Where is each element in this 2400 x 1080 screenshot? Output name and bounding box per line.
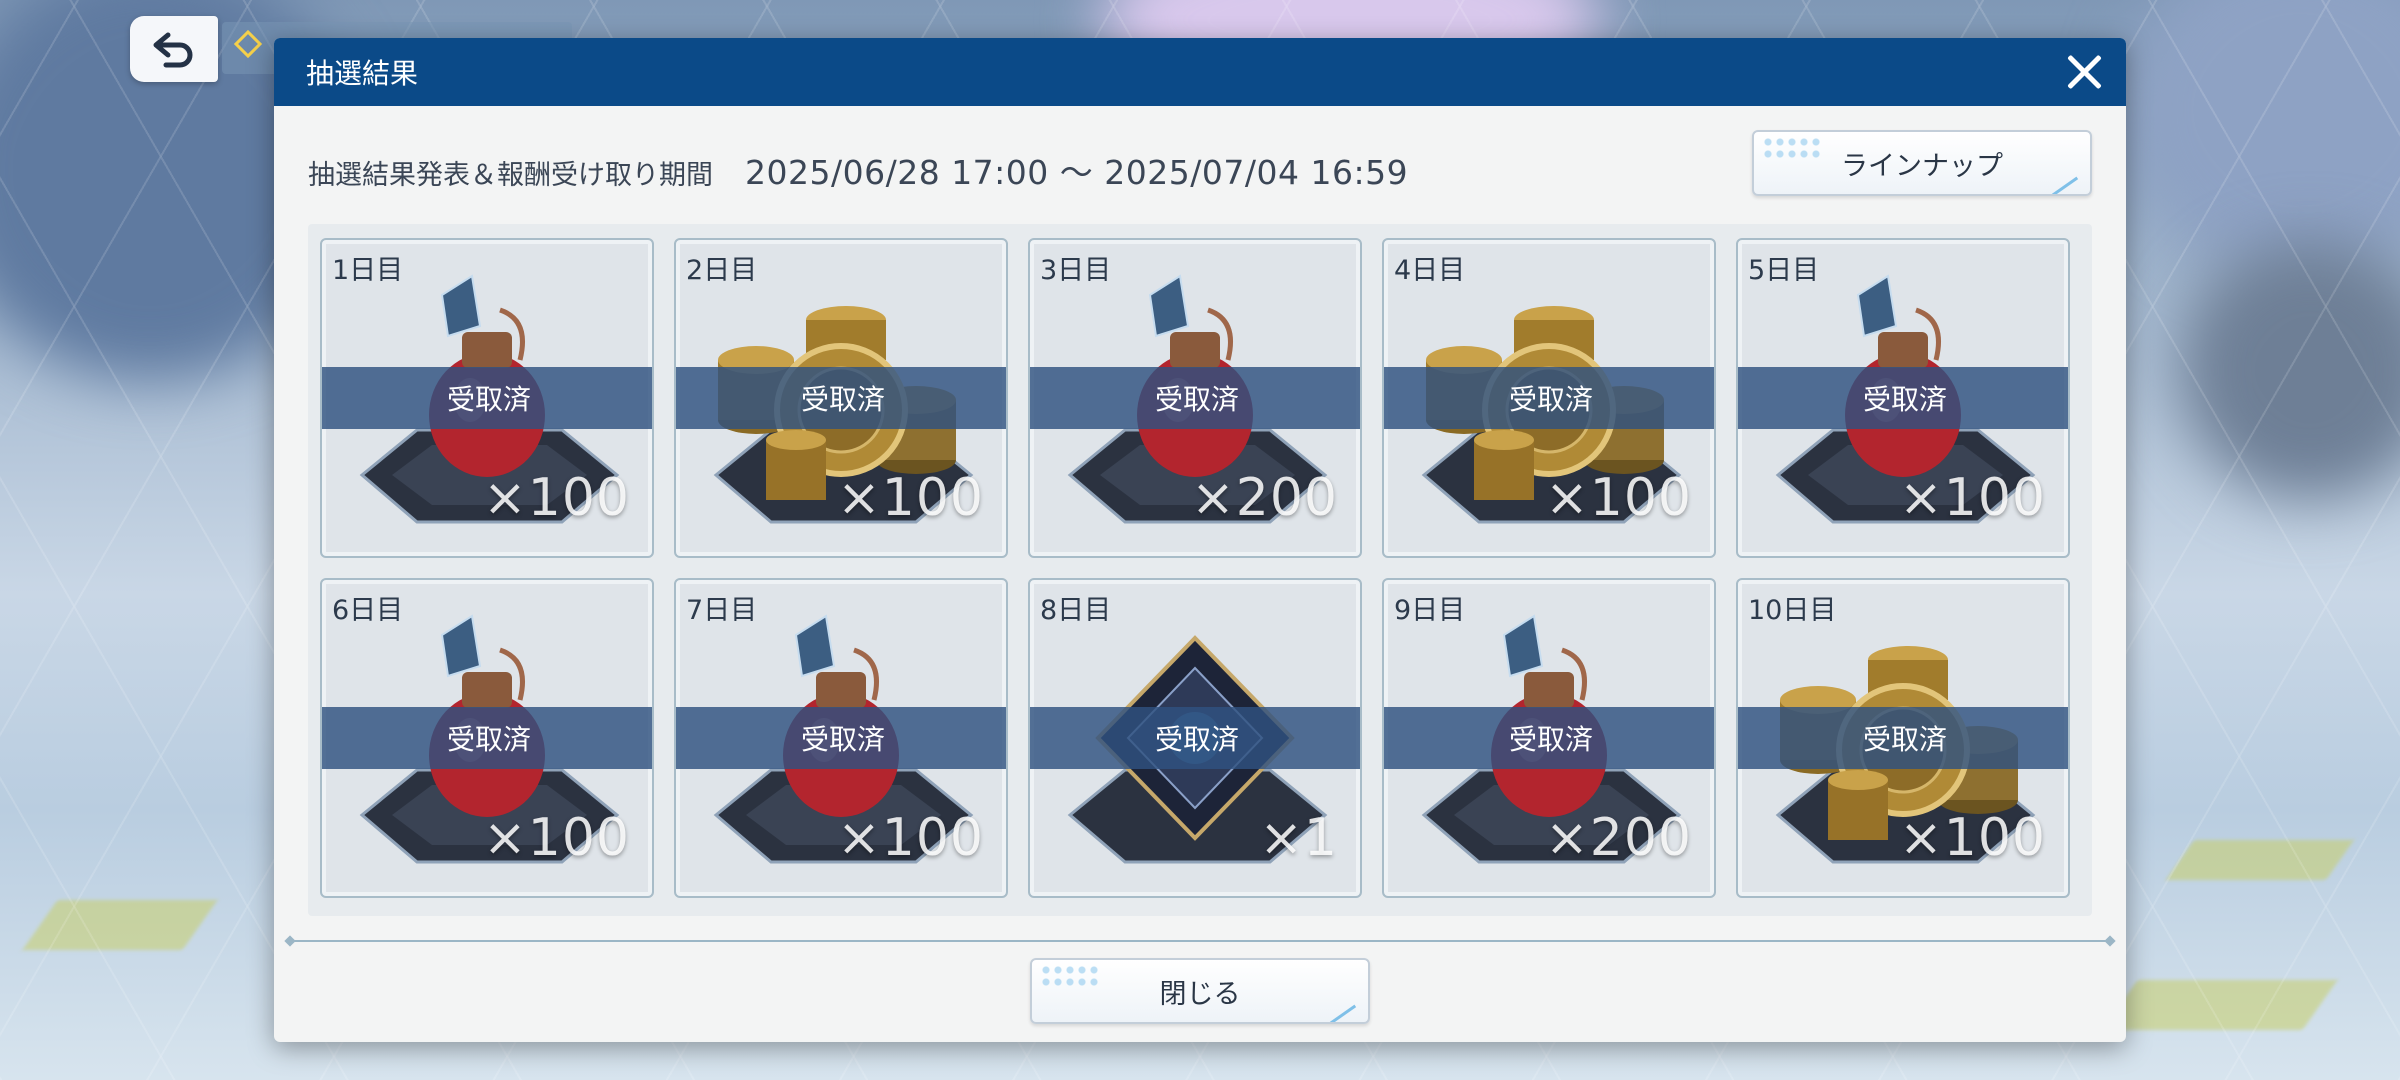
- reward-day-label: 5日目: [1748, 255, 1820, 286]
- reward-quantity: ×100: [483, 808, 630, 868]
- claimed-status: 受取済: [800, 723, 885, 756]
- reward-quantity: ×100: [837, 808, 984, 868]
- reward-day-label: 7日目: [686, 595, 758, 626]
- divider: [288, 940, 2112, 942]
- claimed-status: 受取済: [1508, 723, 1593, 756]
- back-arrow-icon: [153, 32, 193, 68]
- reward-day-label: 2日目: [686, 255, 758, 286]
- reward-quantity: ×100: [1899, 468, 2046, 528]
- reward-quantity: ×1: [1259, 808, 1338, 868]
- dialog-header: 抽選結果: [274, 38, 2126, 106]
- reward-card[interactable]: 10日目 受取済 ×100: [1736, 578, 2070, 898]
- reward-card[interactable]: 6日目 受取済 ×100: [320, 578, 654, 898]
- reward-day-label: 6日目: [332, 595, 404, 626]
- reward-quantity: ×100: [1899, 808, 2046, 868]
- claimed-status: 受取済: [446, 383, 531, 416]
- reward-card[interactable]: 1日目 受取済 ×100: [320, 238, 654, 558]
- reward-card[interactable]: 2日目 受取済 ×100: [674, 238, 1008, 558]
- close-icon[interactable]: [2064, 52, 2104, 92]
- claimed-status: 受取済: [1862, 723, 1947, 756]
- claimed-status: 受取済: [800, 383, 885, 416]
- reward-quantity: ×100: [483, 468, 630, 528]
- reward-card[interactable]: 3日目 受取済 ×200: [1028, 238, 1362, 558]
- claimed-status: 受取済: [446, 723, 531, 756]
- reward-card[interactable]: 7日目 受取済 ×100: [674, 578, 1008, 898]
- reward-card[interactable]: 9日目 受取済 ×200: [1382, 578, 1716, 898]
- claimed-status: 受取済: [1508, 383, 1593, 416]
- reward-day-label: 3日目: [1040, 255, 1112, 286]
- lineup-button[interactable]: ラインナップ: [1752, 130, 2092, 196]
- reward-day-label: 4日目: [1394, 255, 1466, 286]
- lottery-result-dialog: 抽選結果 抽選結果発表＆報酬受け取り期間 2025/06/28 17:00 ～ 2…: [274, 38, 2126, 1042]
- claimed-status: 受取済: [1154, 723, 1239, 756]
- period-dates: 2025/06/28 17:00 ～ 2025/07/04 16:59: [745, 153, 1409, 192]
- reward-quantity: ×200: [1545, 808, 1692, 868]
- reward-day-label: 8日目: [1040, 595, 1112, 626]
- reward-card[interactable]: 5日目 受取済 ×100: [1736, 238, 2070, 558]
- reward-day-label: 9日目: [1394, 595, 1466, 626]
- close-button-label: 閉じる: [1159, 978, 1241, 1010]
- reward-quantity: ×200: [1191, 468, 1338, 528]
- period-label: 抽選結果発表＆報酬受け取り期間: [308, 160, 713, 191]
- reward-quantity: ×100: [837, 468, 984, 528]
- diamond-icon: [233, 29, 263, 59]
- period-info: 抽選結果発表＆報酬受け取り期間 2025/06/28 17:00 ～ 2025/0…: [308, 146, 1408, 194]
- close-button[interactable]: 閉じる: [1030, 958, 1370, 1024]
- reward-grid: 1日目 受取済 ×100 2日目 受取済 ×100 3日目 受取済 ×200 4…: [308, 224, 2092, 916]
- dialog-title: 抽選結果: [306, 57, 419, 90]
- reward-day-label: 10日目: [1748, 595, 1837, 626]
- lineup-button-label: ラインナップ: [1841, 150, 2003, 182]
- claimed-status: 受取済: [1154, 383, 1239, 416]
- reward-quantity: ×100: [1545, 468, 1692, 528]
- reward-card[interactable]: 8日目 受取済 ×1: [1028, 578, 1362, 898]
- reward-card[interactable]: 4日目 受取済 ×100: [1382, 238, 1716, 558]
- reward-day-label: 1日目: [332, 255, 404, 286]
- back-button[interactable]: [130, 16, 218, 82]
- claimed-status: 受取済: [1862, 383, 1947, 416]
